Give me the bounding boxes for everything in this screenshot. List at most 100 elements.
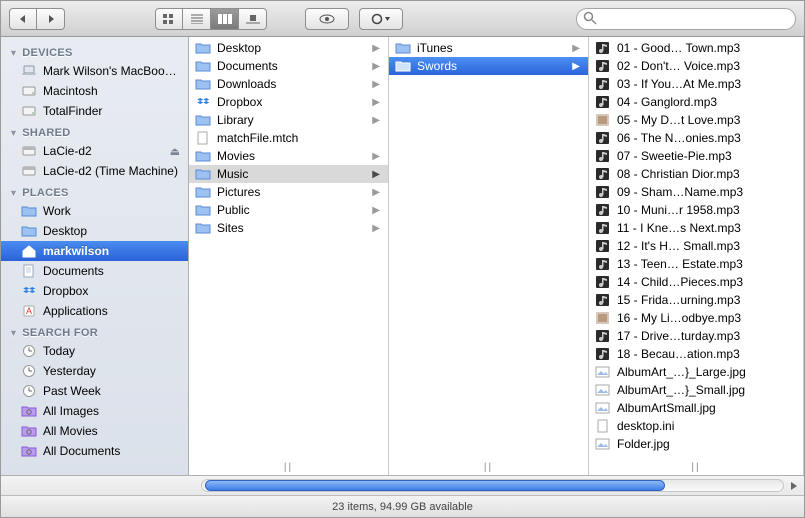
mp3-icon bbox=[595, 40, 611, 56]
sidebar-item[interactable]: All Movies bbox=[1, 421, 188, 441]
file-row[interactable]: AlbumArt_…}_Large.jpg bbox=[589, 363, 803, 381]
file-row[interactable]: 14 - Child…Pieces.mp3 bbox=[589, 273, 803, 291]
file-row[interactable]: Library▶ bbox=[189, 111, 388, 129]
back-button[interactable] bbox=[9, 8, 37, 30]
laptop-icon bbox=[21, 63, 37, 79]
sidebar-item[interactable]: Yesterday bbox=[1, 361, 188, 381]
action-menu-button[interactable] bbox=[359, 8, 403, 30]
file-row[interactable]: 09 - Sham…Name.mp3 bbox=[589, 183, 803, 201]
file-row[interactable]: Public▶ bbox=[189, 201, 388, 219]
view-list-button[interactable] bbox=[183, 8, 211, 30]
file-row[interactable]: AlbumArtSmall.jpg bbox=[589, 399, 803, 417]
file-row[interactable]: 16 - My Li…odbye.mp3 bbox=[589, 309, 803, 327]
sidebar-item[interactable]: Desktop bbox=[1, 221, 188, 241]
file-label: 17 - Drive…turday.mp3 bbox=[617, 329, 797, 343]
nav-buttons bbox=[9, 8, 65, 30]
file-row[interactable]: desktop.ini bbox=[589, 417, 803, 435]
sidebar-section-header[interactable]: ▼DEVICES bbox=[1, 41, 188, 61]
column-resize-handle[interactable]: || bbox=[589, 462, 803, 473]
dropbox-icon bbox=[21, 283, 37, 299]
scroll-right-button[interactable] bbox=[786, 478, 802, 494]
file-row[interactable]: iTunes▶ bbox=[389, 39, 588, 57]
hdd-icon bbox=[21, 83, 37, 99]
sidebar-section-header[interactable]: ▼SEARCH FOR bbox=[1, 321, 188, 341]
file-label: 01 - Good… Town.mp3 bbox=[617, 41, 797, 55]
sidebar-item[interactable]: Dropbox bbox=[1, 281, 188, 301]
column-resize-handle[interactable]: || bbox=[189, 462, 388, 473]
folder-icon bbox=[195, 220, 211, 236]
file-row[interactable]: 02 - Don't… Voice.mp3 bbox=[589, 57, 803, 75]
sidebar-item-label: Mark Wilson's MacBook Pro bbox=[43, 64, 180, 78]
file-row[interactable]: matchFile.mtch bbox=[189, 129, 388, 147]
view-icons-button[interactable] bbox=[155, 8, 183, 30]
sidebar-item[interactable]: Today bbox=[1, 341, 188, 361]
sidebar-item[interactable]: Documents bbox=[1, 261, 188, 281]
mp3-icon bbox=[595, 328, 611, 344]
view-columns-button[interactable] bbox=[211, 8, 239, 30]
file-row[interactable]: Folder.jpg bbox=[589, 435, 803, 453]
clock-icon bbox=[21, 383, 37, 399]
folder-icon bbox=[195, 58, 211, 74]
file-label: Folder.jpg bbox=[617, 437, 797, 451]
folder-icon bbox=[195, 148, 211, 164]
file-row[interactable]: 05 - My D…t Love.mp3 bbox=[589, 111, 803, 129]
view-coverflow-button[interactable] bbox=[239, 8, 267, 30]
file-row[interactable]: Sites▶ bbox=[189, 219, 388, 237]
file-row[interactable]: 06 - The N…onies.mp3 bbox=[589, 129, 803, 147]
sidebar-item[interactable]: LaCie-d2⏏ bbox=[1, 141, 188, 161]
disclosure-arrow-icon: ▶ bbox=[372, 187, 382, 198]
status-bar: 23 items, 94.99 GB available bbox=[1, 495, 804, 517]
quicklook-button[interactable] bbox=[305, 8, 349, 30]
file-row[interactable]: 04 - Ganglord.mp3 bbox=[589, 93, 803, 111]
sidebar-section-header[interactable]: ▼SHARED bbox=[1, 121, 188, 141]
file-row[interactable]: 12 - It's H… Small.mp3 bbox=[589, 237, 803, 255]
sidebar-item[interactable]: Mark Wilson's MacBook Pro bbox=[1, 61, 188, 81]
horizontal-scrollbar[interactable] bbox=[1, 475, 804, 495]
file-row[interactable]: Documents▶ bbox=[189, 57, 388, 75]
file-row[interactable]: 11 - I Kne…s Next.mp3 bbox=[589, 219, 803, 237]
sidebar-item[interactable]: All Documents bbox=[1, 441, 188, 461]
file-label: Downloads bbox=[217, 77, 366, 91]
file-label: Documents bbox=[217, 59, 366, 73]
file-label: iTunes bbox=[417, 41, 566, 55]
disclosure-arrow-icon: ▶ bbox=[572, 61, 582, 72]
sidebar-item[interactable]: A Applications bbox=[1, 301, 188, 321]
sidebar-item[interactable]: Work bbox=[1, 201, 188, 221]
file-row[interactable]: Dropbox▶ bbox=[189, 93, 388, 111]
file-row[interactable]: Downloads▶ bbox=[189, 75, 388, 93]
svg-text:A: A bbox=[26, 306, 32, 316]
file-row[interactable]: Movies▶ bbox=[189, 147, 388, 165]
sidebar-section-label: SEARCH FOR bbox=[22, 327, 98, 339]
disclosure-arrow-icon: ▶ bbox=[372, 97, 382, 108]
file-row[interactable]: 10 - Muni…r 1958.mp3 bbox=[589, 201, 803, 219]
column-resize-handle[interactable]: || bbox=[389, 462, 588, 473]
sidebar-item[interactable]: TotalFinder bbox=[1, 101, 188, 121]
file-label: 18 - Becau…ation.mp3 bbox=[617, 347, 797, 361]
sidebar-item[interactable]: All Images bbox=[1, 401, 188, 421]
file-row[interactable]: Pictures▶ bbox=[189, 183, 388, 201]
sidebar-item[interactable]: Macintosh bbox=[1, 81, 188, 101]
file-row[interactable]: 03 - If You…At Me.mp3 bbox=[589, 75, 803, 93]
eject-icon[interactable]: ⏏ bbox=[170, 145, 180, 158]
search-input[interactable] bbox=[576, 8, 796, 30]
scrollbar-thumb[interactable] bbox=[205, 480, 665, 491]
sidebar-section-header[interactable]: ▼PLACES bbox=[1, 181, 188, 201]
sidebar-item[interactable]: LaCie-d2 (Time Machine) bbox=[1, 161, 188, 181]
smart-icon bbox=[21, 423, 37, 439]
file-row[interactable]: 18 - Becau…ation.mp3 bbox=[589, 345, 803, 363]
sidebar-item-label: Applications bbox=[43, 304, 180, 318]
sidebar-item[interactable]: markwilson bbox=[1, 241, 188, 261]
file-row[interactable]: Music▶ bbox=[189, 165, 388, 183]
sidebar-item[interactable]: Past Week bbox=[1, 381, 188, 401]
file-row[interactable]: 17 - Drive…turday.mp3 bbox=[589, 327, 803, 345]
file-row[interactable]: Swords▶ bbox=[389, 57, 588, 75]
file-row[interactable]: 15 - Frida…urning.mp3 bbox=[589, 291, 803, 309]
file-row[interactable]: 07 - Sweetie-Pie.mp3 bbox=[589, 147, 803, 165]
forward-button[interactable] bbox=[37, 8, 65, 30]
sidebar-item-label: Macintosh bbox=[43, 84, 180, 98]
file-row[interactable]: 01 - Good… Town.mp3 bbox=[589, 39, 803, 57]
file-row[interactable]: AlbumArt_…}_Small.jpg bbox=[589, 381, 803, 399]
file-row[interactable]: Desktop▶ bbox=[189, 39, 388, 57]
file-row[interactable]: 13 - Teen… Estate.mp3 bbox=[589, 255, 803, 273]
file-row[interactable]: 08 - Christian Dior.mp3 bbox=[589, 165, 803, 183]
